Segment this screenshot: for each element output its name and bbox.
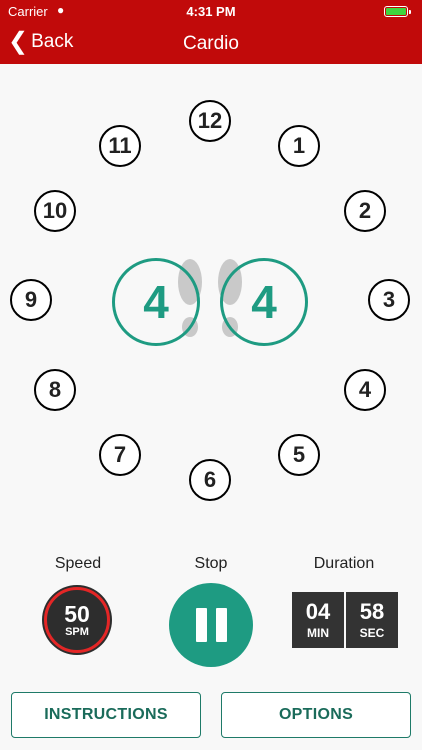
status-bar: Carrier ● 4:31 PM — [0, 0, 422, 22]
minutes-value: 04 — [305, 598, 331, 624]
clock-number[interactable]: 12 — [189, 100, 231, 142]
page-title: Cardio — [183, 33, 239, 54]
right-step-count: 4 — [220, 258, 308, 346]
clock-number[interactable]: 9 — [10, 279, 52, 321]
duration-label: Duration — [313, 555, 375, 572]
status-time: 4:31 PM — [186, 4, 236, 19]
duration-seconds[interactable]: 58 SEC — [346, 592, 398, 648]
clock-number[interactable]: 10 — [34, 190, 76, 232]
clock-number[interactable]: 8 — [34, 369, 76, 411]
clock-number[interactable]: 11 — [99, 125, 141, 167]
clock-number[interactable]: 7 — [99, 434, 141, 476]
pause-icon — [195, 608, 207, 642]
seconds-value: 58 — [359, 598, 385, 624]
clock-number[interactable]: 4 — [344, 369, 386, 411]
minutes-unit: MIN — [307, 625, 329, 640]
battery-icon — [384, 6, 411, 17]
speed-value: 50 — [64, 600, 90, 627]
nav-bar: ❮ Back Cardio — [0, 22, 422, 64]
clock-number[interactable]: 3 — [368, 279, 410, 321]
left-step-count: 4 — [112, 258, 200, 346]
clock-number[interactable]: 6 — [189, 459, 231, 501]
pause-button[interactable] — [169, 583, 253, 667]
clock-number[interactable]: 5 — [278, 434, 320, 476]
seconds-unit: SEC — [359, 625, 385, 640]
duration-minutes[interactable]: 04 MIN — [292, 592, 344, 648]
speed-label: Speed — [54, 555, 102, 572]
stop-label: Stop — [194, 555, 228, 572]
instructions-button[interactable]: INSTRUCTIONS — [11, 692, 201, 738]
speed-dial[interactable]: 50 SPM — [44, 587, 110, 653]
speed-unit: SPM — [65, 625, 89, 638]
clock-number[interactable]: 1 — [278, 125, 320, 167]
clock-number[interactable]: 2 — [344, 190, 386, 232]
options-button[interactable]: OPTIONS — [221, 692, 411, 738]
